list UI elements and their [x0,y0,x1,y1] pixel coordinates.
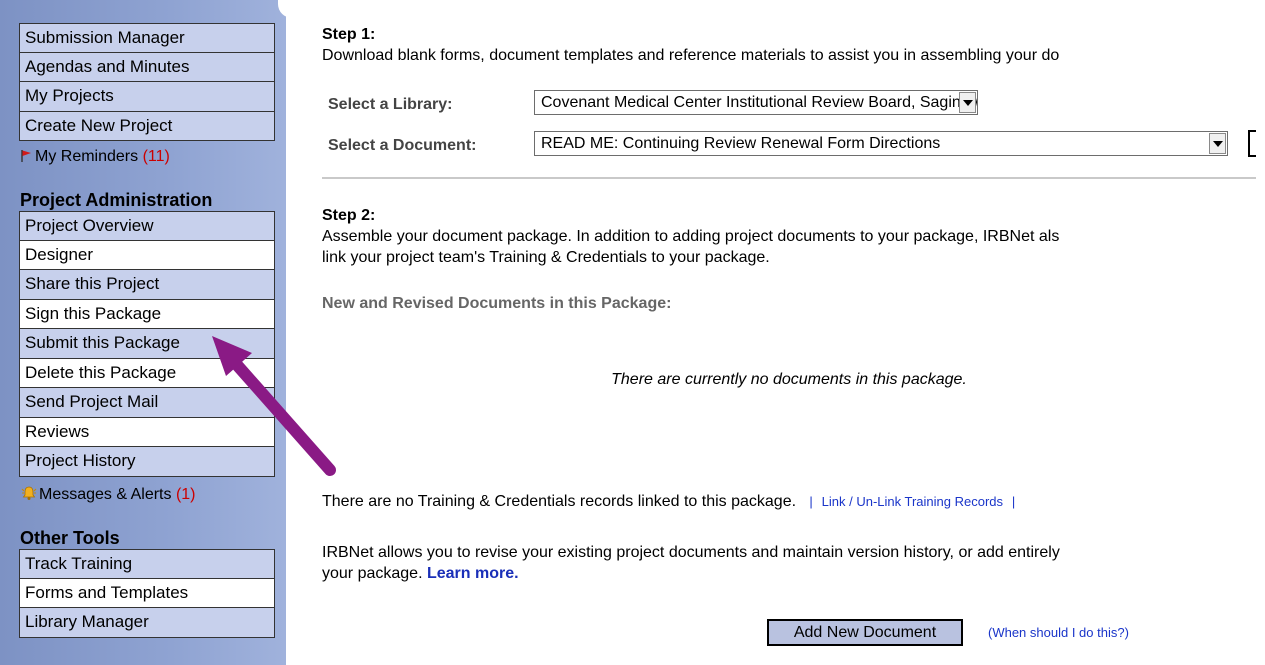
when-should-i-do-this-link[interactable]: (When should I do this?) [988,625,1129,640]
bell-icon [21,486,37,500]
chevron-down-icon[interactable] [1209,133,1226,154]
step1-description: Download blank forms, document templates… [322,47,1060,64]
go-button[interactable] [1248,130,1256,157]
nav-submission-manager[interactable]: Submission Manager [19,23,275,53]
nav-project-history[interactable]: Project History [19,447,275,477]
project-admin-menu: Project Overview Designer Share this Pro… [19,211,275,477]
nav-library-manager[interactable]: Library Manager [19,608,275,638]
section-divider [322,177,1256,179]
nav-sign-this-package[interactable]: Sign this Package [19,299,275,329]
library-select[interactable]: Covenant Medical Center Institutional Re… [534,90,978,115]
nav-send-project-mail[interactable]: Send Project Mail [19,388,275,418]
nav-delete-this-package[interactable]: Delete this Package [19,358,275,388]
pipe-separator: | [1011,494,1016,509]
messages-alerts-link[interactable]: Messages & Alerts (1) [21,485,196,504]
revise-text-line2: your package. Learn more. [322,563,519,584]
step2-description-line2: link your project team's Training & Cred… [322,249,770,266]
training-row: There are no Training & Credentials reco… [322,491,1015,512]
step1-title: Step 1: [322,26,376,43]
nav-my-projects[interactable]: My Projects [19,82,275,112]
empty-package-message: There are currently no documents in this… [611,371,967,388]
my-reminders-label: My Reminders [35,148,139,165]
nav-forms-and-templates[interactable]: Forms and Templates [19,578,275,608]
document-select-value: READ ME: Continuing Review Renewal Form … [541,135,941,152]
add-new-document-button[interactable]: Add New Document [767,619,963,646]
select-library-label: Select a Library: [328,96,453,113]
select-document-label: Select a Document: [328,137,477,154]
document-select[interactable]: READ ME: Continuing Review Renewal Form … [534,131,1228,156]
main-content: Step 1: Download blank forms, document t… [322,0,1265,665]
project-administration-heading: Project Administration [20,190,213,210]
pipe-separator: | [809,494,813,509]
package-documents-heading: New and Revised Documents in this Packag… [322,295,672,312]
step2-description-line1: Assemble your document package. In addit… [322,228,1060,245]
nav-project-overview[interactable]: Project Overview [19,211,275,241]
library-select-value: Covenant Medical Center Institutional Re… [541,94,978,111]
training-status-text: There are no Training & Credentials reco… [322,493,797,510]
messages-alerts-label: Messages & Alerts [39,486,172,503]
nav-create-new-project[interactable]: Create New Project [19,111,275,141]
revise-text-line2-label: your package. [322,565,423,582]
step2-title: Step 2: [322,207,376,224]
revise-text-line1: IRBNet allows you to revise your existin… [322,544,1060,561]
nav-submit-this-package[interactable]: Submit this Package [19,329,275,359]
nav-designer[interactable]: Designer [19,240,275,270]
other-tools-heading: Other Tools [20,528,120,548]
top-menu: Submission Manager Agendas and Minutes M… [19,23,275,141]
reminders-count: (11) [142,148,170,165]
flag-icon [21,150,31,162]
nav-track-training[interactable]: Track Training [19,549,275,579]
other-tools-menu: Track Training Forms and Templates Libra… [19,549,275,638]
chevron-down-icon[interactable] [959,92,976,113]
nav-reviews[interactable]: Reviews [19,417,275,447]
my-reminders-link[interactable]: My Reminders (11) [21,148,170,166]
messages-count: (1) [175,486,196,503]
sidebar: Submission Manager Agendas and Minutes M… [0,0,294,665]
link-training-records-link[interactable]: Link / Un-Link Training Records [822,494,1003,509]
nav-agendas-and-minutes[interactable]: Agendas and Minutes [19,52,275,82]
nav-share-this-project[interactable]: Share this Project [19,270,275,300]
learn-more-link[interactable]: Learn more. [427,565,519,582]
